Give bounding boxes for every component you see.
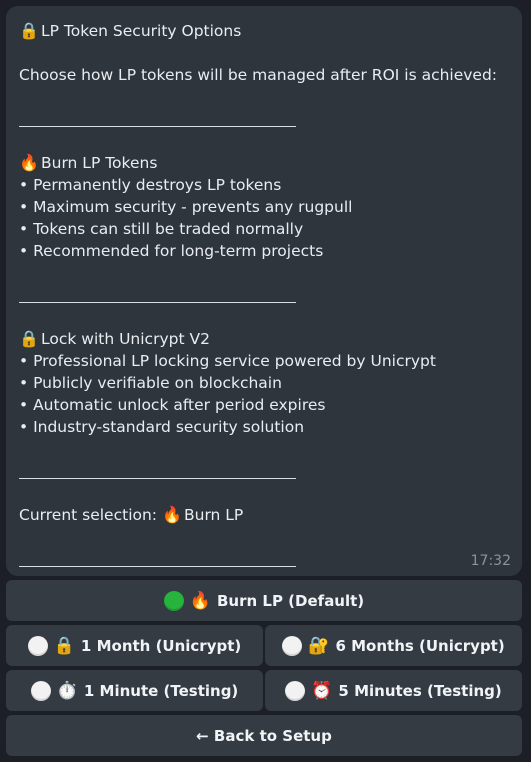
divider xyxy=(19,108,509,130)
current-selection-label: Current selection: xyxy=(19,506,158,524)
burn-point: • Maximum security - prevents any rugpul… xyxy=(19,198,353,216)
message-timestamp: 17:32 xyxy=(470,553,511,569)
one-minute-label: 1 Minute (Testing) xyxy=(83,681,239,700)
intro-text: Choose how LP tokens will be managed aft… xyxy=(19,66,498,84)
current-selection: Current selection: 🔥 Burn LP xyxy=(19,504,509,526)
one-month-label: 1 Month (Unicrypt) xyxy=(80,636,242,655)
back-to-setup-button[interactable]: ← Back to Setup xyxy=(6,715,522,756)
divider xyxy=(19,548,509,570)
divider xyxy=(19,284,509,306)
lock-point: • Professional LP locking service powere… xyxy=(19,352,436,370)
burn-section-title: 🔥 Burn LP Tokens xyxy=(19,153,158,172)
fire-icon: 🔥 xyxy=(161,505,182,524)
lock-icon: 🔒 xyxy=(53,635,75,656)
burn-point: • Permanently destroys LP tokens xyxy=(19,176,282,194)
back-to-setup-label: ← Back to Setup xyxy=(196,726,332,745)
message-bubble: 🔒 LP Token Security Options Choose how LP… xyxy=(6,6,522,576)
lock-point: • Industry-standard security solution xyxy=(19,418,305,436)
fire-icon: 🔥 xyxy=(19,153,39,172)
lock-section-title: 🔒 Lock with Unicrypt V2 xyxy=(19,329,210,348)
burn-point: • Tokens can still be traded normally xyxy=(19,220,304,238)
message-title-line: 🔒 LP Token Security Options xyxy=(19,20,509,42)
lock-with-key-icon: 🔐 xyxy=(308,635,330,656)
white-circle-icon xyxy=(30,680,51,701)
white-circle-icon xyxy=(27,635,48,656)
current-selection-value: Burn LP xyxy=(183,506,244,524)
one-month-unicrypt-button[interactable]: 🔒 1 Month (Unicrypt) xyxy=(6,625,263,666)
alarm-clock-icon: ⏰ xyxy=(311,680,333,701)
one-minute-testing-button[interactable]: ⏱️ 1 Minute (Testing) xyxy=(6,670,263,711)
five-minutes-label: 5 Minutes (Testing) xyxy=(338,681,502,700)
message-title: LP Token Security Options xyxy=(41,22,242,40)
fire-icon: 🔥 xyxy=(189,590,211,611)
five-minutes-testing-button[interactable]: ⏰ 5 Minutes (Testing) xyxy=(265,670,522,711)
white-circle-icon xyxy=(285,680,306,701)
lock-icon: 🔒 xyxy=(19,21,39,40)
white-circle-icon xyxy=(282,635,303,656)
six-months-label: 6 Months (Unicrypt) xyxy=(335,636,505,655)
lock-point: • Automatic unlock after period expires xyxy=(19,396,326,414)
divider xyxy=(19,460,509,482)
burn-lp-default-button[interactable]: 🔥 Burn LP (Default) xyxy=(6,580,522,621)
stopwatch-icon: ⏱️ xyxy=(56,680,78,701)
lock-point: • Publicly verifiable on blockchain xyxy=(19,374,282,392)
green-circle-icon xyxy=(163,590,184,611)
lock-icon: 🔒 xyxy=(19,329,39,348)
burn-point: • Recommended for long-term projects xyxy=(19,242,324,260)
six-months-unicrypt-button[interactable]: 🔐 6 Months (Unicrypt) xyxy=(265,625,522,666)
burn-lp-default-label: Burn LP (Default) xyxy=(217,591,365,610)
